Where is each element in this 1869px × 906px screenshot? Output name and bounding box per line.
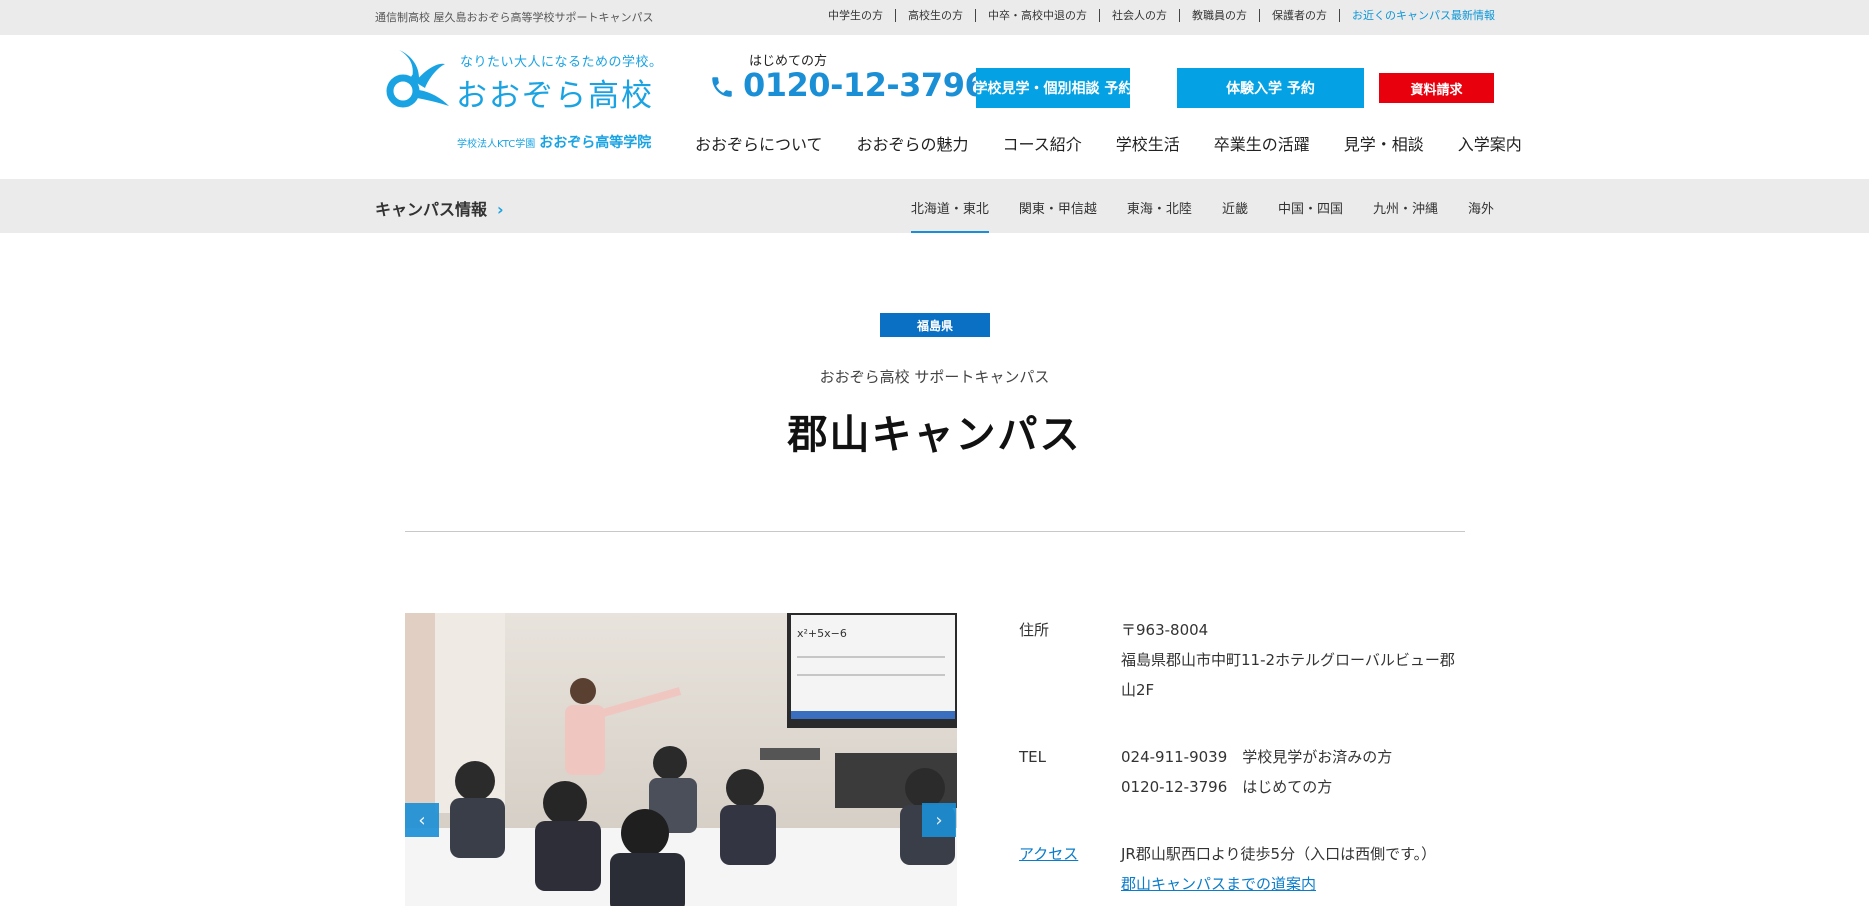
campus-subtitle: おおぞら高校 サポートキャンパス: [819, 368, 1050, 386]
nav-visit-consult[interactable]: 見学・相談: [1344, 131, 1424, 155]
request-brochure-button[interactable]: 資料請求: [1379, 73, 1494, 103]
top-utility-bar: 通信制高校 屋久島おおぞら高等学校サポートキャンパス 中学生の方 高校生の方 中…: [0, 0, 1869, 35]
audience-link-teacher[interactable]: 教職員の方: [1179, 9, 1259, 22]
region-tab-hokkaido-tohoku[interactable]: 北海道・東北: [910, 198, 989, 233]
section-divider: [405, 531, 1465, 532]
chevron-right-icon: ›: [497, 200, 504, 219]
region-tab-chugoku-shikoku[interactable]: 中国・四国: [1278, 198, 1343, 233]
campus-info-link[interactable]: キャンパス情報 ›: [375, 196, 504, 220]
tel-value: 024-911-9039 学校見学がお済みの方 0120-12-3796 はじめ…: [1121, 742, 1464, 802]
site-logo[interactable]: なりたい大人になるための学校。 おおぞら高校 学校法人KTC学園 おおぞら高等学院: [385, 48, 675, 152]
phone-icon: [712, 77, 732, 97]
access-link[interactable]: アクセス: [1019, 839, 1078, 869]
logo-catchphrase: なりたい大人になるための学校。: [460, 55, 663, 70]
campus-info-title: キャンパス情報: [375, 200, 488, 219]
nav-school-life[interactable]: 学校生活: [1116, 131, 1180, 155]
nav-appeal[interactable]: おおぞらの魅力: [857, 131, 969, 155]
logo-corp-name: おおぞら高等学院: [539, 135, 652, 151]
slider-prev-button[interactable]: ‹: [405, 803, 439, 837]
phone-contact: はじめての方 0120-12-3796: [706, 49, 987, 109]
address-value: 〒963-8004 福島県郡山市中町11-2ホテルグローバルビュー郡山2F: [1121, 615, 1464, 705]
page-title: 郡山キャンパス: [787, 412, 1082, 458]
access-text: JR郡山駅西口より徒歩5分（入口は西側です。）: [1121, 845, 1437, 863]
directions-link[interactable]: 郡山キャンパスまでの道案内: [1121, 875, 1316, 893]
site-tagline: 通信制高校 屋久島おおぞら高等学校サポートキャンパス: [375, 11, 654, 24]
trial-reservation-button[interactable]: 体験入学 予約: [1177, 68, 1364, 108]
campus-info-bar: キャンパス情報 › 北海道・東北 関東・甲信越 東海・北陸 近畿 中国・四国 九州…: [0, 179, 1869, 233]
slider-next-button[interactable]: ›: [922, 803, 956, 837]
main-nav: おおぞらについて おおぞらの魅力 コース紹介 学校生活 卒業生の活躍 見学・相談…: [695, 131, 1522, 155]
visit-reservation-button[interactable]: 学校見学・個別相談 予約: [974, 68, 1132, 108]
audience-link-parent[interactable]: 保護者の方: [1259, 9, 1339, 22]
nav-courses[interactable]: コース紹介: [1003, 131, 1082, 155]
postal-code: 〒963-8004: [1121, 621, 1209, 639]
classroom-photo: x²+5x−6: [405, 613, 957, 906]
logo-name: おおぞら高校: [456, 78, 654, 114]
audience-link-dropout[interactable]: 中卒・高校中退の方: [975, 9, 1099, 22]
access-value: JR郡山駅西口より徒歩5分（入口は西側です。） 郡山キャンパスまでの道案内: [1121, 839, 1464, 899]
bird-logo-icon: [386, 50, 449, 108]
nearby-campus-link[interactable]: お近くのキャンパス最新情報: [1339, 9, 1495, 22]
tel-existing: 024-911-9039 学校見学がお済みの方: [1121, 748, 1393, 766]
phone-number[interactable]: 0120-12-3796: [743, 66, 987, 104]
prefecture-badge: 福島県: [880, 313, 990, 337]
nav-graduates[interactable]: 卒業生の活躍: [1214, 131, 1310, 155]
nav-admission[interactable]: 入学案内: [1458, 131, 1522, 155]
svg-text:x²+5x−6: x²+5x−6: [797, 627, 847, 640]
nav-about[interactable]: おおぞらについて: [695, 131, 823, 155]
region-tab-overseas[interactable]: 海外: [1468, 198, 1494, 233]
address-label: 住所: [1019, 621, 1050, 639]
tel-label: TEL: [1019, 748, 1046, 766]
region-tab-kanto[interactable]: 関東・甲信越: [1019, 198, 1097, 233]
tel-first-time: 0120-12-3796 はじめての方: [1121, 778, 1333, 796]
region-tab-tokai[interactable]: 東海・北陸: [1127, 198, 1192, 233]
audience-link-adult[interactable]: 社会人の方: [1099, 9, 1179, 22]
region-tab-kinki[interactable]: 近畿: [1222, 198, 1248, 233]
logo-corp-small: 学校法人KTC学園: [457, 139, 536, 150]
campus-photo-slider: x²+5x−6: [405, 613, 957, 906]
address-text: 福島県郡山市中町11-2ホテルグローバルビュー郡山2F: [1121, 651, 1455, 699]
audience-links: 中学生の方 高校生の方 中卒・高校中退の方 社会人の方 教職員の方 保護者の方 …: [816, 9, 1495, 22]
logo-corporation: 学校法人KTC学園 おおぞら高等学院: [457, 132, 651, 152]
audience-link-junior-high[interactable]: 中学生の方: [816, 9, 895, 22]
audience-link-high-school[interactable]: 高校生の方: [895, 9, 975, 22]
region-tabs: 北海道・東北 関東・甲信越 東海・北陸 近畿 中国・四国 九州・沖縄 海外: [910, 198, 1494, 233]
region-tab-kyushu-okinawa[interactable]: 九州・沖縄: [1373, 198, 1438, 233]
